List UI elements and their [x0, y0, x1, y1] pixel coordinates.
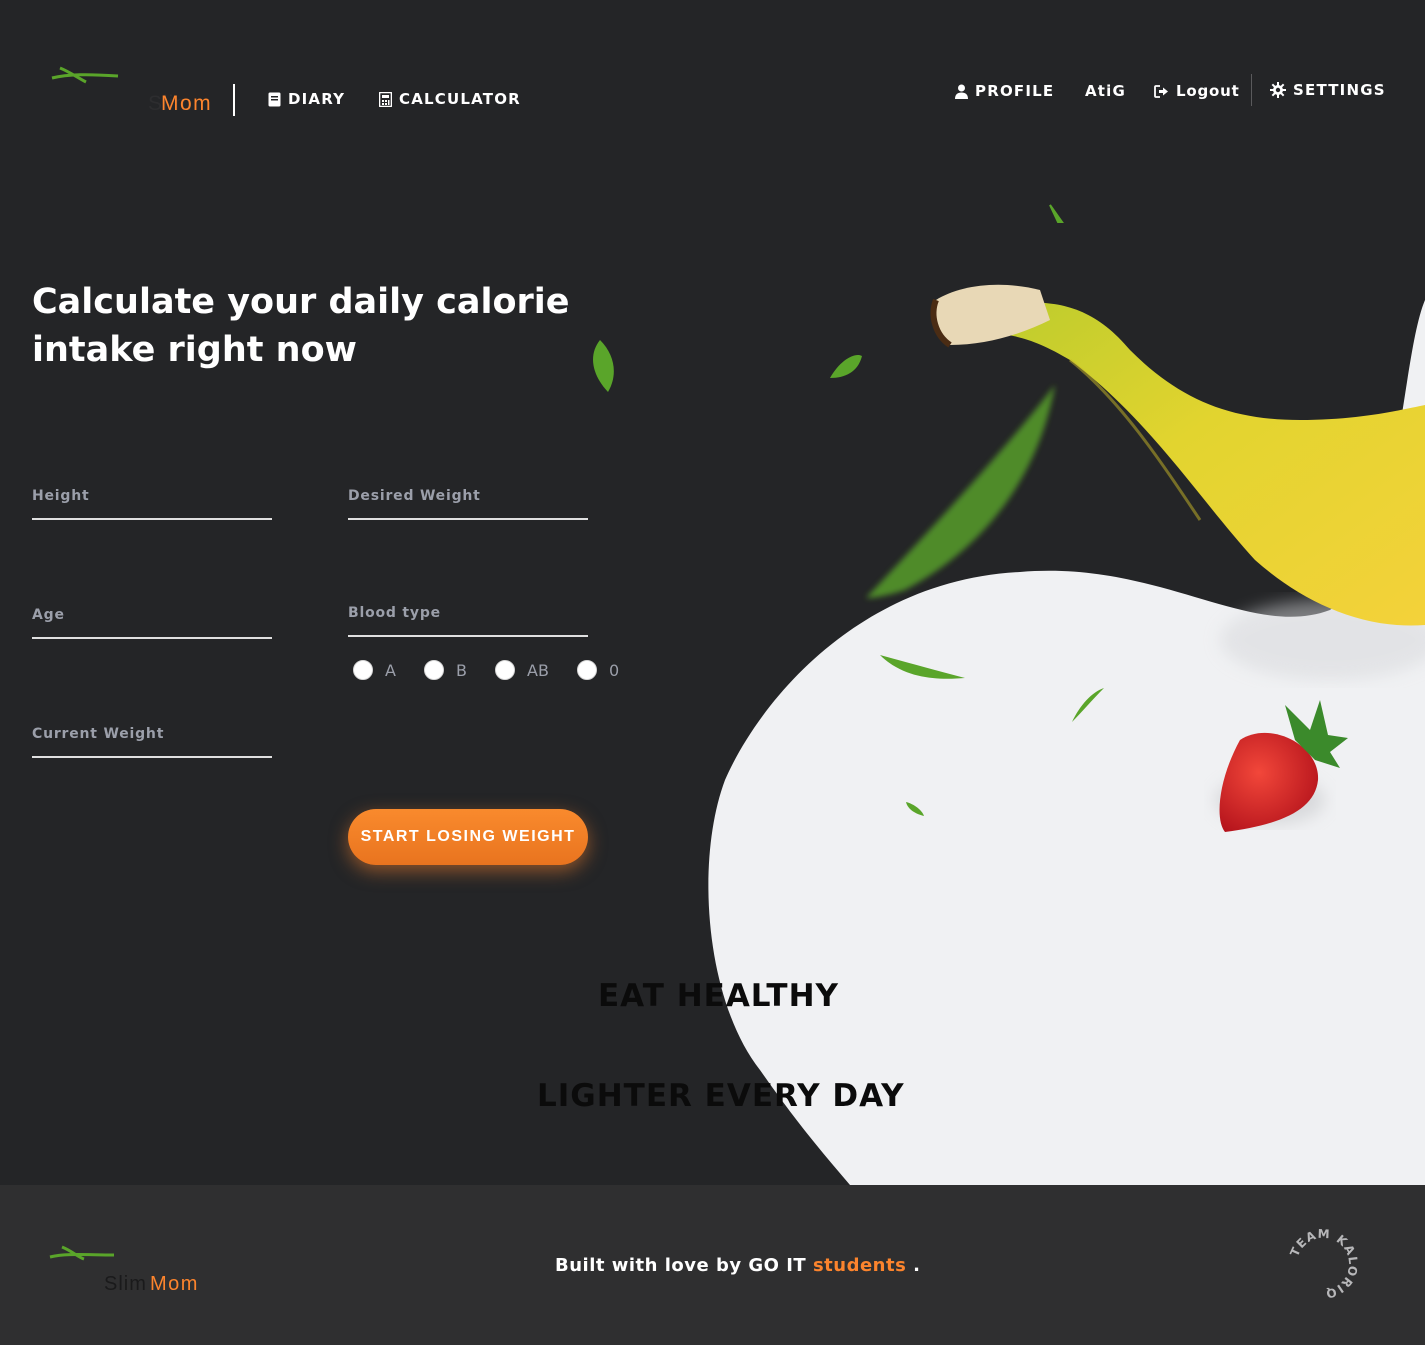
- main-stage: Slim Mom DIARY CALCULATOR PROFILE AtiG L…: [0, 0, 1425, 1185]
- radio-button[interactable]: [424, 660, 444, 680]
- leaf-logo-icon: [51, 66, 119, 84]
- current-weight-label: Current Weight: [32, 726, 165, 742]
- height-field[interactable]: Height: [32, 488, 272, 520]
- radio-label: A: [385, 660, 396, 680]
- header-divider: [233, 84, 235, 116]
- footer-credit-end: .: [906, 1255, 921, 1276]
- blood-type-divider: [348, 635, 588, 637]
- desired-weight-input[interactable]: [348, 518, 588, 520]
- blood-type-label: Blood type: [348, 605, 441, 621]
- logo[interactable]: Slim Mom: [48, 60, 228, 130]
- radio-button[interactable]: [577, 660, 597, 680]
- height-input[interactable]: [32, 518, 272, 520]
- page-title: Calculate your daily calorie intake righ…: [32, 282, 570, 370]
- blood-type-radio-b[interactable]: B: [424, 660, 467, 680]
- nav-logout[interactable]: Logout: [1154, 82, 1240, 100]
- blood-type-field: Blood type: [348, 605, 588, 637]
- calculator-icon: [379, 91, 392, 107]
- footer: Slim Mom Built with love by GO IT studen…: [0, 1185, 1425, 1345]
- radio-label: AB: [527, 660, 549, 680]
- start-losing-weight-button[interactable]: START LOSING WEIGHT: [348, 809, 588, 865]
- nav-username[interactable]: AtiG: [1085, 82, 1126, 100]
- user-icon: [955, 84, 968, 99]
- nav-diary[interactable]: DIARY: [268, 90, 345, 108]
- blood-type-radio-0[interactable]: 0: [577, 660, 619, 680]
- blood-type-radio-a[interactable]: A: [353, 660, 396, 680]
- nav-divider: [1251, 74, 1252, 106]
- book-icon: [268, 92, 281, 106]
- current-weight-field[interactable]: Current Weight: [32, 726, 272, 758]
- username-label: AtiG: [1085, 82, 1127, 100]
- leaf-icon: [830, 354, 862, 378]
- leaf-icon: [866, 385, 1055, 598]
- logo-text-slim: Slim: [104, 1273, 147, 1295]
- logout-icon: [1154, 84, 1168, 98]
- radio-label: 0: [609, 660, 620, 680]
- radio-button[interactable]: [353, 660, 373, 680]
- leaf-icon: [1049, 204, 1064, 223]
- nav-profile-label: PROFILE: [975, 82, 1055, 100]
- nav-logout-label: Logout: [1176, 82, 1240, 100]
- slogan-eat-healthy: EAT HEALTHY: [598, 978, 839, 1014]
- nav-calculator[interactable]: CALCULATOR: [379, 90, 521, 108]
- blood-type-radio-ab[interactable]: AB: [495, 660, 549, 680]
- leaf-icon: [593, 340, 614, 392]
- footer-students-link[interactable]: students: [813, 1255, 906, 1276]
- gear-icon: [1270, 82, 1286, 98]
- current-weight-input[interactable]: [32, 756, 272, 758]
- leaf-logo-icon: [49, 1245, 115, 1261]
- footer-credit: Built with love by GO IT students .: [555, 1255, 920, 1276]
- footer-logo[interactable]: Slim Mom: [48, 1245, 218, 1305]
- age-label: Age: [32, 607, 65, 623]
- age-field[interactable]: Age: [32, 607, 272, 639]
- radio-button[interactable]: [495, 660, 515, 680]
- svg-text:TEAM KALORIQ: TEAM KALORIQ: [1287, 1229, 1360, 1299]
- team-badge-text: TEAM KALORIQ: [1287, 1229, 1359, 1299]
- footer-credit-text: Built with love by GO IT: [555, 1255, 813, 1276]
- desired-weight-label: Desired Weight: [348, 488, 481, 504]
- nav-settings[interactable]: SETTINGS: [1270, 81, 1386, 99]
- logo-text-mom: Mom: [150, 1273, 199, 1295]
- logo-text-mom: Mom: [161, 92, 213, 115]
- team-badge-icon: TEAM KALORIQ: [1287, 1229, 1360, 1299]
- radio-label: B: [456, 660, 467, 680]
- nav-settings-label: SETTINGS: [1293, 81, 1386, 99]
- height-label: Height: [32, 488, 90, 504]
- nav-calculator-label: CALCULATOR: [399, 90, 521, 108]
- slogan-lighter-every-day: LIGHTER EVERY DAY: [537, 1078, 905, 1114]
- age-input[interactable]: [32, 637, 272, 639]
- desired-weight-field[interactable]: Desired Weight: [348, 488, 588, 520]
- nav-diary-label: DIARY: [288, 90, 346, 108]
- nav-profile[interactable]: PROFILE: [955, 82, 1054, 100]
